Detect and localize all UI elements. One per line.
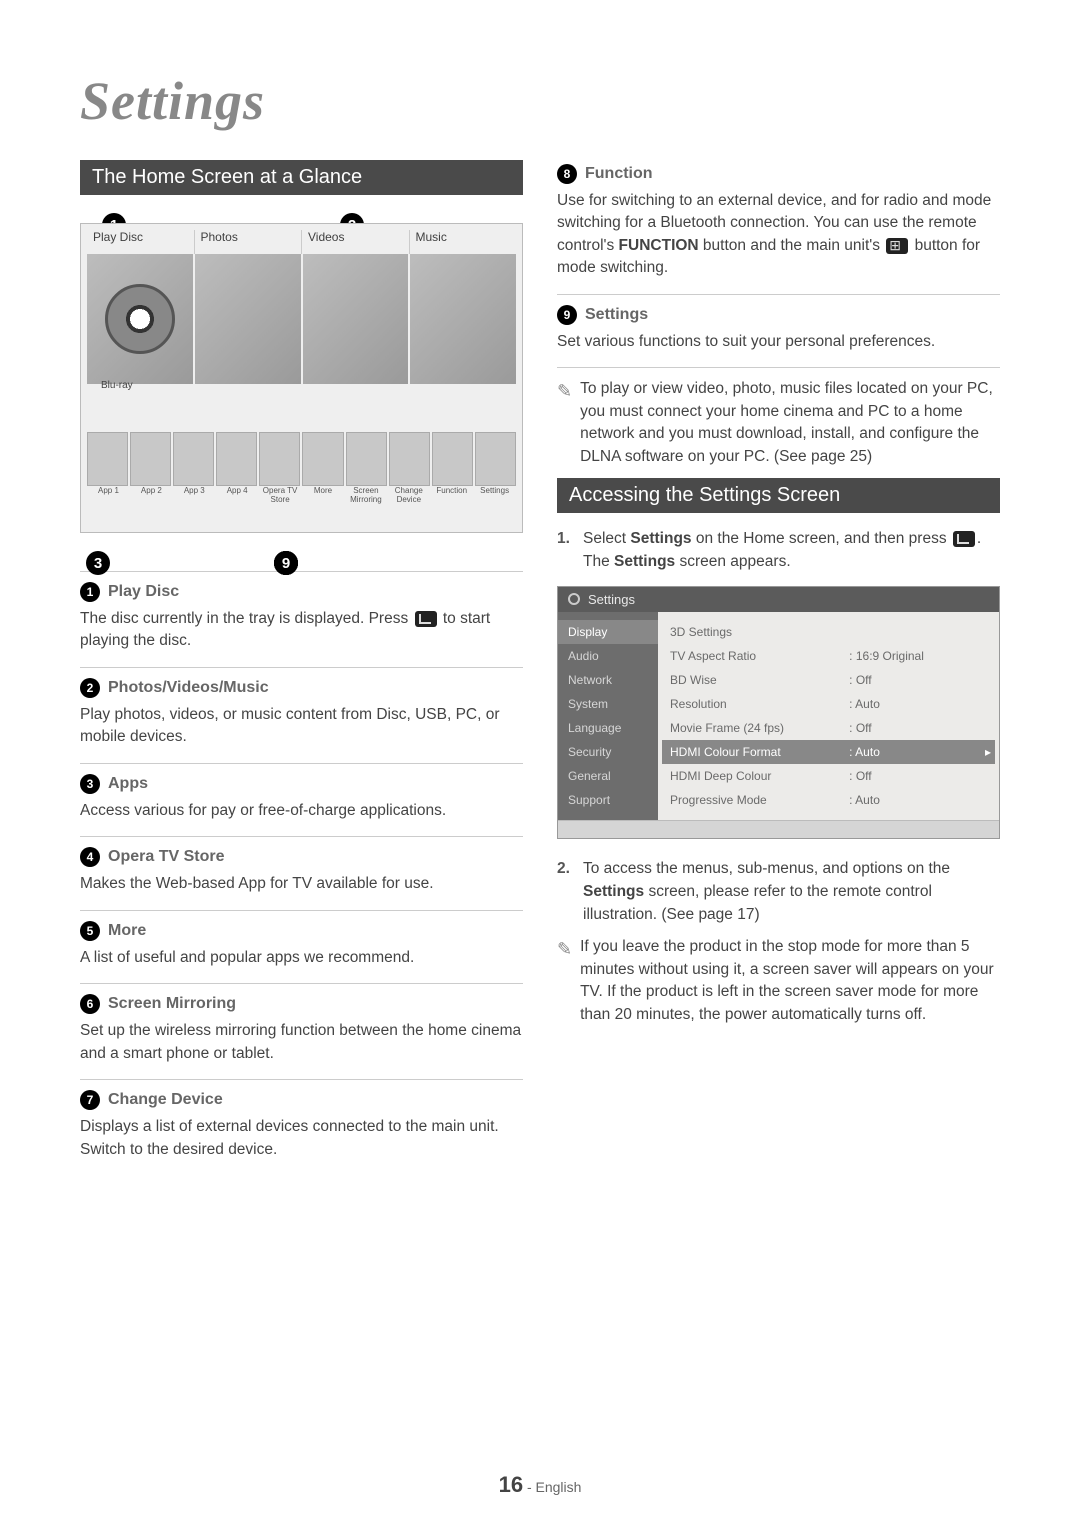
strip-more: More — [302, 486, 345, 504]
note-pc: ✎ To play or view video, photo, music fi… — [557, 378, 1000, 468]
section-access-header: Accessing the Settings Screen — [557, 478, 1000, 513]
item-4-head: 4Opera TV Store — [80, 847, 523, 867]
disc-thumb — [87, 254, 193, 384]
note-icon: ✎ — [557, 378, 572, 468]
item-2-body: Play photos, videos, or music content fr… — [80, 704, 523, 749]
note-icon: ✎ — [557, 936, 572, 1026]
item-2-head: 2Photos/Videos/Music — [80, 678, 523, 698]
step-2: 2. To access the menus, sub-menus, and o… — [557, 857, 1000, 927]
item-1-head: 1Play Disc — [80, 582, 523, 602]
item-7-body: Displays a list of external devices conn… — [80, 1116, 523, 1161]
settings-sidebar: Display Audio Network System Language Se… — [558, 612, 658, 820]
home-screen-diagram: Play Disc Photos Videos Music Blu-ray — [80, 223, 523, 533]
sidebar-item-security: Security — [558, 740, 658, 764]
sidebar-item-support: Support — [558, 788, 658, 812]
item-5-body: A list of useful and popular apps we rec… — [80, 947, 523, 969]
item-4-body: Makes the Web-based App for TV available… — [80, 873, 523, 895]
page-title: Settings — [80, 70, 1000, 132]
settings-row: Movie Frame (24 fps): Off — [670, 716, 987, 740]
item-8-body: Use for switching to an external device,… — [557, 190, 1000, 280]
enter-icon — [953, 531, 975, 547]
item-8-head: 8Function — [557, 164, 1000, 184]
strip-app4: App 4 — [216, 486, 259, 504]
sidebar-item-system: System — [558, 692, 658, 716]
tile-play-disc: Play Disc — [87, 230, 195, 254]
settings-titlebar: Settings — [558, 587, 999, 612]
music-thumb — [410, 254, 516, 384]
play-icon — [415, 611, 437, 627]
strip-opera: Opera TV Store — [259, 486, 302, 504]
callout-3-icon: 3 — [86, 551, 110, 575]
item-6-body: Set up the wireless mirroring function b… — [80, 1020, 523, 1065]
item-9-head: 9Settings — [557, 305, 1000, 325]
step-1: 1. Select Settings on the Home screen, a… — [557, 527, 1000, 574]
right-column: 8Function Use for switching to an extern… — [557, 160, 1000, 1165]
tile-music: Music — [410, 230, 517, 254]
item-6-head: 6Screen Mirroring — [80, 994, 523, 1014]
settings-row: TV Aspect Ratio: 16:9 Original — [670, 644, 987, 668]
item-5-head: 5More — [80, 921, 523, 941]
settings-row: HDMI Colour Format: Auto — [662, 740, 995, 764]
gear-icon — [568, 593, 580, 605]
settings-main: 3D SettingsTV Aspect Ratio: 16:9 Origina… — [658, 612, 999, 820]
left-column: The Home Screen at a Glance 1 2 Play Dis… — [80, 160, 523, 1165]
strip-app3: App 3 — [173, 486, 216, 504]
page-footer: 16 - English — [0, 1472, 1080, 1498]
settings-row: Progressive Mode: Auto — [670, 788, 987, 812]
strip-settings: Settings — [473, 486, 516, 504]
sidebar-item-network: Network — [558, 668, 658, 692]
settings-row: BD Wise: Off — [670, 668, 987, 692]
item-9-body: Set various functions to suit your perso… — [557, 331, 1000, 353]
sidebar-item-general: General — [558, 764, 658, 788]
strip-mirror: Screen Mirroring — [344, 486, 387, 504]
settings-row: HDMI Deep Colour: Off — [670, 764, 987, 788]
photos-thumb — [195, 254, 301, 384]
item-3-body: Access various for pay or free-of-charge… — [80, 800, 523, 822]
bluray-label: Blu-ray — [101, 380, 133, 391]
strip-change: Change Device — [387, 486, 430, 504]
videos-thumb — [303, 254, 409, 384]
callout-9-icon: 9 — [274, 551, 298, 575]
section-home-header: The Home Screen at a Glance — [80, 160, 523, 195]
sidebar-item-display: Display — [558, 620, 658, 644]
settings-row: Resolution: Auto — [670, 692, 987, 716]
tile-photos: Photos — [195, 230, 303, 254]
tile-videos: Videos — [302, 230, 410, 254]
note-idle: ✎ If you leave the product in the stop m… — [557, 936, 1000, 1026]
strip-app2: App 2 — [130, 486, 173, 504]
strip-function: Function — [430, 486, 473, 504]
strip-app1: App 1 — [87, 486, 130, 504]
sidebar-item-language: Language — [558, 716, 658, 740]
settings-row: 3D Settings — [670, 620, 987, 644]
function-icon — [886, 238, 908, 254]
item-1-body: The disc currently in the tray is displa… — [80, 608, 523, 653]
item-3-head: 3Apps — [80, 774, 523, 794]
item-7-head: 7Change Device — [80, 1090, 523, 1110]
settings-screen-diagram: Settings Display Audio Network System La… — [557, 586, 1000, 839]
sidebar-item-audio: Audio — [558, 644, 658, 668]
